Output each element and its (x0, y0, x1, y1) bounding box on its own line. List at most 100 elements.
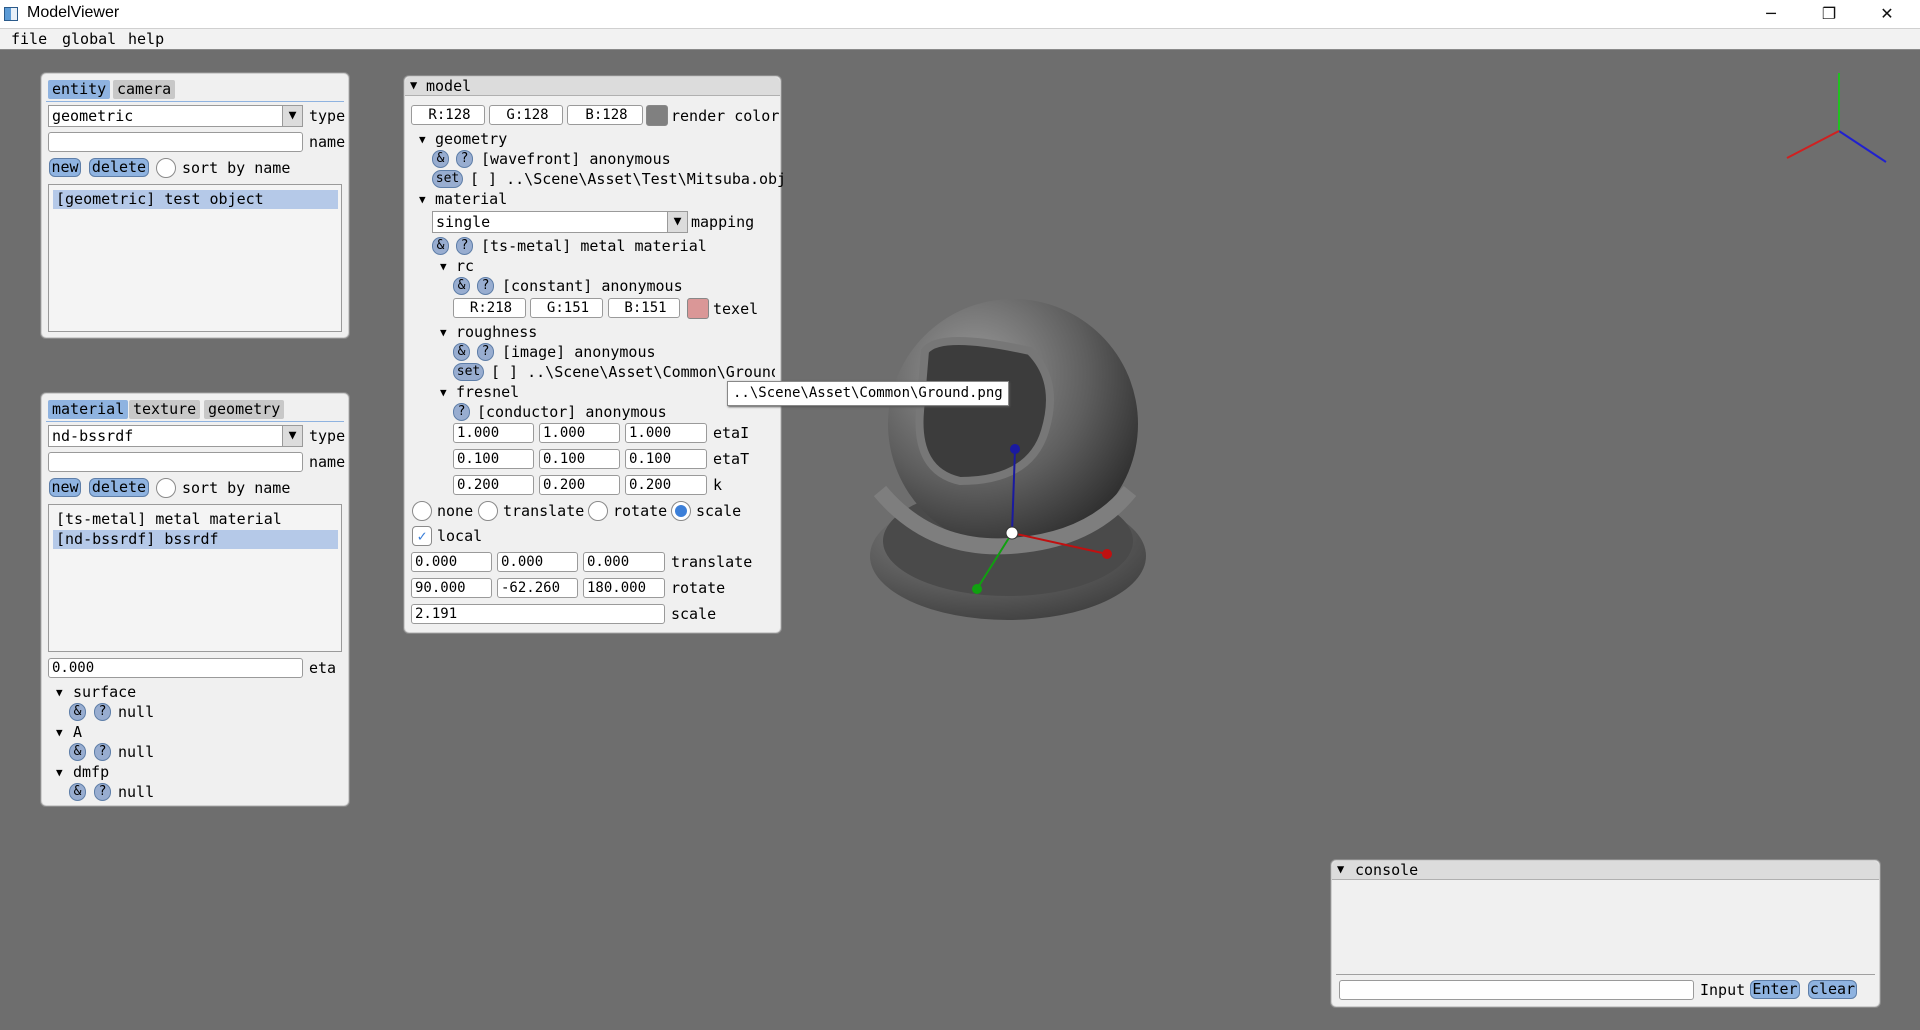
material-type-combo[interactable]: nd-bssrdf ▼ (48, 425, 303, 447)
reference-icon[interactable]: & (432, 237, 449, 255)
tab-texture[interactable]: texture (129, 400, 201, 419)
material-list[interactable]: [ts-metal] metal material [nd-bssrdf] bs… (48, 504, 342, 652)
render-color-g[interactable]: G:128 (489, 105, 563, 125)
minimize-button[interactable]: ─ (1742, 0, 1800, 29)
collapse-triangle-icon[interactable]: ▼ (419, 133, 426, 146)
translate-y[interactable]: 0.000 (497, 552, 578, 572)
collapse-triangle-icon[interactable]: ▼ (56, 686, 63, 699)
scale-input[interactable]: 2.191 (411, 604, 665, 624)
sort-by-name-checkbox[interactable] (156, 158, 176, 178)
k-y[interactable]: 0.200 (539, 475, 620, 495)
collapse-triangle-icon[interactable]: ▼ (56, 726, 63, 739)
render-color-b[interactable]: B:128 (567, 105, 643, 125)
entity-type-combo[interactable]: geometric ▼ (48, 105, 303, 127)
help-icon[interactable]: ? (94, 783, 111, 801)
sort-by-name-checkbox[interactable] (156, 478, 176, 498)
list-item[interactable]: [geometric] test object (53, 190, 338, 209)
reference-icon[interactable]: & (432, 150, 449, 168)
collapse-triangle-icon[interactable]: ▼ (440, 260, 447, 273)
roughness-header[interactable]: roughness (456, 323, 537, 341)
reference-icon[interactable]: & (453, 343, 470, 361)
fresnel-header[interactable]: fresnel (456, 383, 519, 401)
collapse-triangle-icon[interactable]: ▼ (1337, 862, 1344, 876)
delete-material-button[interactable]: delete (89, 478, 149, 497)
material-name-input[interactable] (48, 452, 303, 472)
delete-entity-button[interactable]: delete (89, 158, 149, 177)
tab-camera[interactable]: camera (113, 80, 176, 99)
reference-icon[interactable]: & (69, 703, 86, 721)
translate-x[interactable]: 0.000 (411, 552, 492, 572)
eta-t-z[interactable]: 0.100 (625, 449, 707, 469)
tab-entity[interactable]: entity (48, 80, 111, 99)
k-x[interactable]: 0.200 (453, 475, 534, 495)
dmfp-header[interactable]: dmfp (73, 763, 109, 781)
rc-header[interactable]: rc (456, 257, 474, 275)
help-icon[interactable]: ? (456, 150, 473, 168)
eta-input[interactable]: 0.000 (48, 658, 303, 678)
help-icon[interactable]: ? (94, 703, 111, 721)
help-icon[interactable]: ? (94, 743, 111, 761)
console-enter-button[interactable]: Enter (1750, 980, 1800, 999)
help-icon[interactable]: ? (477, 343, 494, 361)
eta-i-y[interactable]: 1.000 (539, 423, 620, 443)
reference-icon[interactable]: & (69, 783, 86, 801)
chevron-down-icon[interactable]: ▼ (667, 212, 687, 232)
chevron-down-icon[interactable]: ▼ (282, 106, 302, 126)
set-geometry-button[interactable]: set (432, 170, 463, 188)
menu-global[interactable]: global (62, 30, 116, 48)
eta-i-z[interactable]: 1.000 (625, 423, 707, 443)
new-entity-button[interactable]: new (49, 158, 81, 177)
reference-icon[interactable]: & (69, 743, 86, 761)
rotate-x[interactable]: 90.000 (411, 578, 492, 598)
menu-file[interactable]: file (11, 30, 47, 48)
model-header[interactable]: ▼ model (405, 77, 780, 96)
texel-g[interactable]: G:151 (530, 298, 603, 318)
rotate-z[interactable]: 180.000 (583, 578, 665, 598)
render-color-swatch[interactable] (646, 105, 668, 126)
render-color-r[interactable]: R:128 (411, 105, 485, 125)
collapse-triangle-icon[interactable]: ▼ (419, 193, 426, 206)
collapse-triangle-icon[interactable]: ▼ (440, 386, 447, 399)
mode-translate-radio[interactable] (478, 501, 498, 521)
mode-rotate-radio[interactable] (588, 501, 608, 521)
close-button[interactable]: ✕ (1858, 0, 1916, 29)
local-checkbox[interactable]: ✓ (412, 526, 432, 546)
console-clear-button[interactable]: clear (1808, 980, 1857, 999)
console-input[interactable] (1339, 980, 1694, 1000)
translate-z[interactable]: 0.000 (583, 552, 665, 572)
new-material-button[interactable]: new (49, 478, 81, 497)
texel-b[interactable]: B:151 (608, 298, 680, 318)
mode-scale-radio[interactable] (671, 501, 691, 521)
entity-list[interactable]: [geometric] test object (48, 184, 342, 332)
mode-none-radio[interactable] (412, 501, 432, 521)
texel-color-swatch[interactable] (687, 298, 709, 319)
eta-i-x[interactable]: 1.000 (453, 423, 534, 443)
console-header[interactable]: ▼ console (1332, 861, 1879, 880)
texel-r[interactable]: R:218 (453, 298, 526, 318)
maximize-button[interactable]: ❐ (1800, 0, 1858, 29)
material-header[interactable]: material (435, 190, 507, 208)
chevron-down-icon[interactable]: ▼ (282, 426, 302, 446)
collapse-triangle-icon[interactable]: ▼ (410, 78, 417, 92)
tab-geometry[interactable]: geometry (204, 400, 285, 419)
help-icon[interactable]: ? (453, 403, 470, 421)
reference-icon[interactable]: & (453, 277, 470, 295)
k-z[interactable]: 0.200 (625, 475, 707, 495)
rotate-y[interactable]: -62.260 (497, 578, 578, 598)
entity-name-input[interactable] (48, 132, 303, 152)
mapping-combo[interactable]: single ▼ (432, 211, 688, 233)
help-icon[interactable]: ? (456, 237, 473, 255)
list-item[interactable]: [ts-metal] metal material (53, 510, 338, 529)
a-header[interactable]: A (73, 723, 82, 741)
surface-header[interactable]: surface (73, 683, 136, 701)
eta-t-y[interactable]: 0.100 (539, 449, 620, 469)
eta-t-x[interactable]: 0.100 (453, 449, 534, 469)
set-roughness-button[interactable]: set (453, 363, 484, 381)
menu-help[interactable]: help (128, 30, 164, 48)
tab-material[interactable]: material (48, 400, 129, 419)
collapse-triangle-icon[interactable]: ▼ (440, 326, 447, 339)
collapse-triangle-icon[interactable]: ▼ (56, 766, 63, 779)
geometry-header[interactable]: geometry (435, 130, 507, 148)
list-item[interactable]: [nd-bssrdf] bssrdf (53, 530, 338, 549)
help-icon[interactable]: ? (477, 277, 494, 295)
